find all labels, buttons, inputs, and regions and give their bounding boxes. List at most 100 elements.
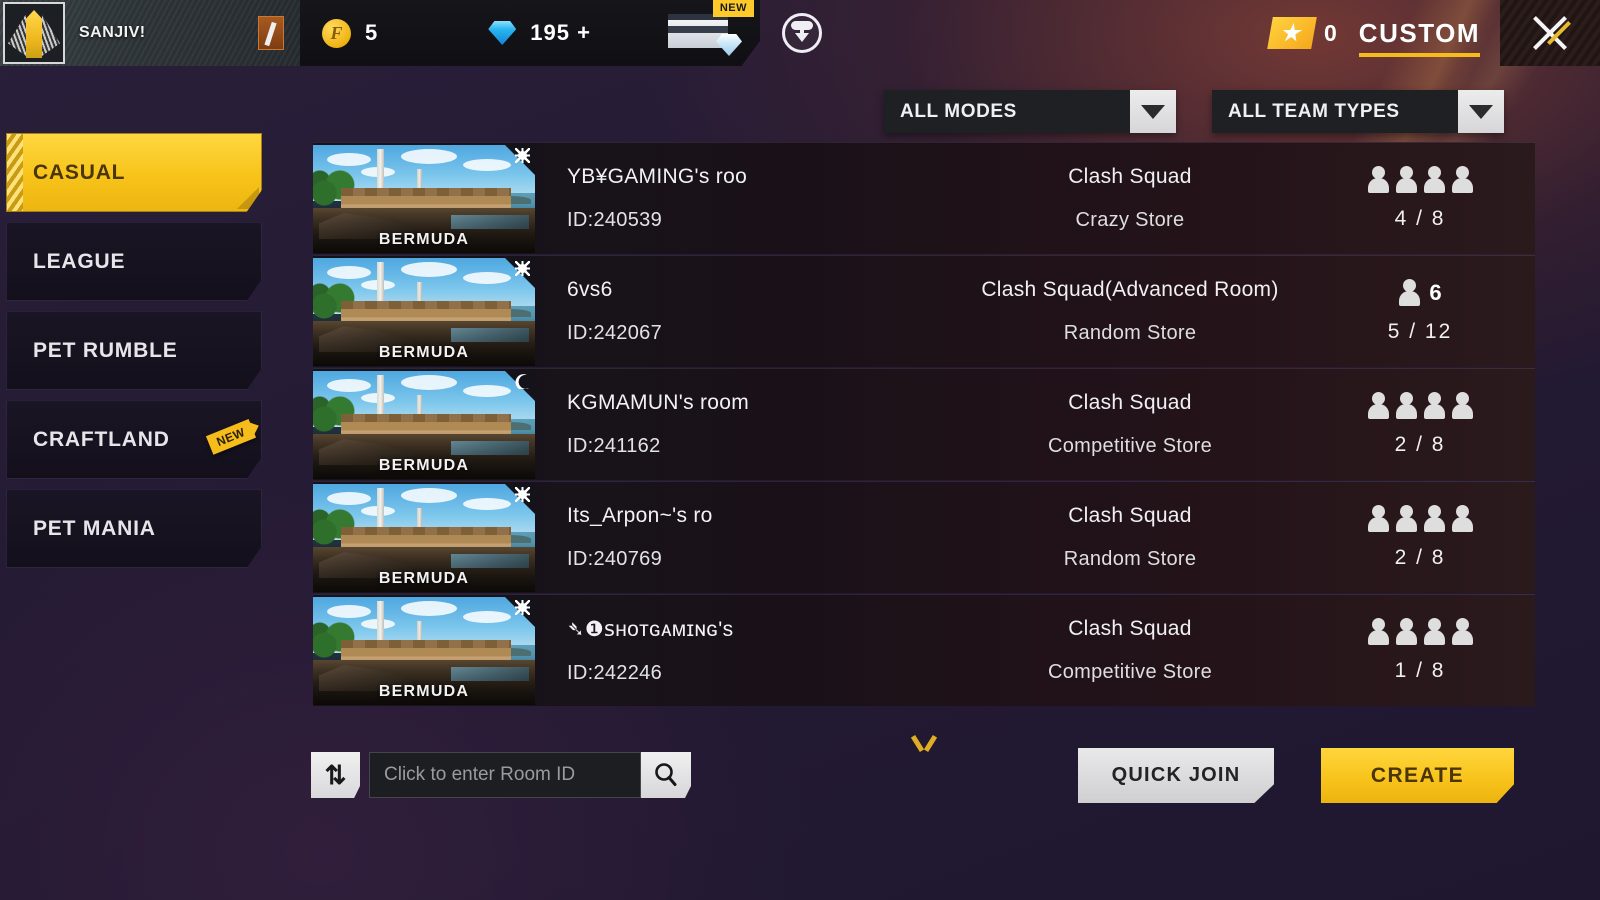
player-icon — [1422, 166, 1447, 194]
sidebar-item-league[interactable]: LEAGUE — [6, 222, 262, 301]
custom-tab-label: CUSTOM — [1358, 17, 1480, 48]
sidebar-item-label: LEAGUE — [33, 249, 126, 273]
refresh-button[interactable]: ⇅ — [311, 752, 360, 798]
room-name: 6vs6 — [567, 278, 613, 301]
room-store: Random Store — [1063, 548, 1197, 570]
room-map-thumbnail: BERMUDA — [313, 484, 535, 592]
room-mode-column: Clash Squad(Advanced Room) Random Store — [955, 256, 1305, 367]
quick-join-button[interactable]: QUICK JOIN — [1078, 748, 1274, 803]
room-name-column: ➴❶ꜱʜᴏᴛɢᴀᴍɪɴɢ's ID:242246 — [535, 595, 955, 706]
room-id-input[interactable] — [384, 764, 640, 786]
room-mode-column: Clash Squad Random Store — [955, 482, 1305, 593]
filter-body: ALL MODES — [884, 90, 1130, 133]
player-icon — [1450, 166, 1475, 194]
room-name: Its_Arpon~'s ro — [567, 504, 713, 527]
filter-value: ALL TEAM TYPES — [1228, 100, 1400, 122]
room-map-name: BERMUDA — [378, 344, 470, 361]
room-name-column: Its_Arpon~'s ro ID:240769 — [535, 482, 955, 593]
sun-icon — [515, 148, 530, 163]
room-map-name: BERMUDA — [378, 570, 470, 587]
room-row[interactable]: BERMUDA KGMAMUN's room ID:241162 Clash Squa… — [313, 368, 1535, 480]
mode-filter[interactable]: ALL MODES — [884, 90, 1176, 133]
player-icon-row — [1366, 505, 1475, 533]
rank-icon — [258, 16, 284, 50]
room-id-field[interactable] — [369, 752, 641, 798]
diamond-currency[interactable]: 195 + — [488, 20, 591, 46]
refresh-icon: ⇅ — [324, 760, 347, 790]
scroll-down-chevron-icon[interactable] — [910, 733, 940, 751]
player-icon — [1394, 618, 1419, 646]
team-filter[interactable]: ALL TEAM TYPES — [1212, 90, 1504, 133]
room-mode: Clash Squad — [1068, 165, 1192, 188]
room-id: ID:242246 — [567, 661, 662, 684]
room-mode: Clash Squad — [1068, 391, 1192, 414]
room-id: ID:242067 — [567, 322, 662, 344]
chevron-down-icon[interactable] — [1458, 90, 1504, 133]
avatar-feather-left-icon — [8, 14, 26, 56]
custom-ticket-icon — [1267, 17, 1317, 49]
room-name-column: KGMAMUN's room ID:241162 — [535, 369, 955, 480]
room-map-name: BERMUDA — [378, 457, 470, 474]
diamond-icon — [488, 21, 517, 45]
room-map-name: BERMUDA — [378, 231, 470, 248]
room-store: Competitive Store — [1047, 435, 1213, 457]
store-new-badge: NEW — [712, 0, 754, 17]
player-icon — [1422, 618, 1447, 646]
player-icon — [1398, 279, 1420, 307]
room-players-column: 1 / 8 — [1305, 595, 1535, 706]
player-icon — [1450, 392, 1475, 420]
room-player-count: 2 / 8 — [1394, 433, 1446, 456]
player-icon-value: 6 — [1429, 280, 1442, 305]
close-button[interactable] — [1500, 0, 1600, 66]
room-name: KGMAMUN's room — [567, 391, 750, 414]
player-icon — [1366, 618, 1391, 646]
player-icon-row — [1366, 166, 1475, 194]
chevron-down-icon[interactable] — [1130, 90, 1176, 133]
create-label: CREATE — [1370, 763, 1465, 787]
player-icon — [1450, 618, 1475, 646]
room-store: Crazy Store — [1075, 209, 1185, 231]
room-map-thumbnail: BERMUDA — [313, 371, 535, 479]
room-row[interactable]: BERMUDA YB¥GAMING's roo ID:240539 Clash Squ… — [313, 142, 1535, 254]
player-icon — [1422, 392, 1447, 420]
create-room-button[interactable]: CREATE — [1321, 748, 1514, 803]
sidebar-item-craftland[interactable]: CRAFTLAND NEW — [6, 400, 262, 479]
player-icon — [1366, 505, 1391, 533]
room-row[interactable]: BERMUDA Its_Arpon~'s ro ID:240769 Clash Squ… — [313, 481, 1535, 593]
player-icon — [1394, 505, 1419, 533]
room-name: YB¥GAMING's roo — [567, 165, 748, 188]
room-players-column: 4 / 8 — [1305, 143, 1535, 254]
tab-custom[interactable]: CUSTOM — [1358, 17, 1480, 57]
sidebar-item-label: PET MANIA — [33, 516, 156, 540]
ticket-count: 0 — [1324, 19, 1337, 46]
sidebar-item-pet-rumble[interactable]: PET RUMBLE — [6, 311, 262, 390]
room-players-column: 2 / 8 — [1305, 482, 1535, 593]
room-id: ID:240769 — [567, 548, 662, 570]
room-store: Random Store — [1063, 322, 1197, 344]
player-icon-row — [1366, 392, 1475, 420]
room-id: ID:241162 — [567, 435, 661, 457]
player-icon — [1394, 166, 1419, 194]
sidebar-item-pet-mania[interactable]: PET MANIA — [6, 489, 262, 568]
room-row[interactable]: BERMUDA 6vs6 ID:242067 Clash Squad(Advanced… — [313, 255, 1535, 367]
sidebar-item-casual[interactable]: CASUAL — [6, 133, 262, 212]
room-name-column: 6vs6 ID:242067 — [535, 256, 955, 367]
room-name: ➴❶ꜱʜᴏᴛɢᴀᴍɪɴɢ's — [567, 617, 734, 641]
player-profile-plate[interactable]: SANJIV! — [0, 0, 300, 66]
diamond-store-button[interactable]: NEW — [660, 0, 754, 58]
room-mode: Clash Squad — [1068, 504, 1192, 527]
player-icon-row — [1366, 618, 1475, 646]
room-row[interactable]: BERMUDA ➴❶ꜱʜᴏᴛɢᴀᴍɪɴɢ's ID:242246 Clash Squa… — [313, 594, 1535, 706]
coin-currency[interactable]: F 5 — [322, 18, 378, 48]
sidebar-item-label: CASUAL — [33, 160, 126, 184]
player-icon-row: 6 — [1398, 279, 1442, 307]
player-icon — [1366, 392, 1391, 420]
sun-icon — [515, 261, 530, 276]
room-player-count: 1 / 8 — [1394, 659, 1446, 682]
avatar[interactable] — [3, 2, 65, 64]
room-player-count: 5 / 12 — [1387, 320, 1453, 343]
search-button[interactable] — [641, 752, 691, 798]
room-mode: Clash Squad(Advanced Room) — [981, 278, 1279, 301]
download-button[interactable] — [782, 13, 822, 53]
room-player-count: 2 / 8 — [1394, 546, 1446, 569]
